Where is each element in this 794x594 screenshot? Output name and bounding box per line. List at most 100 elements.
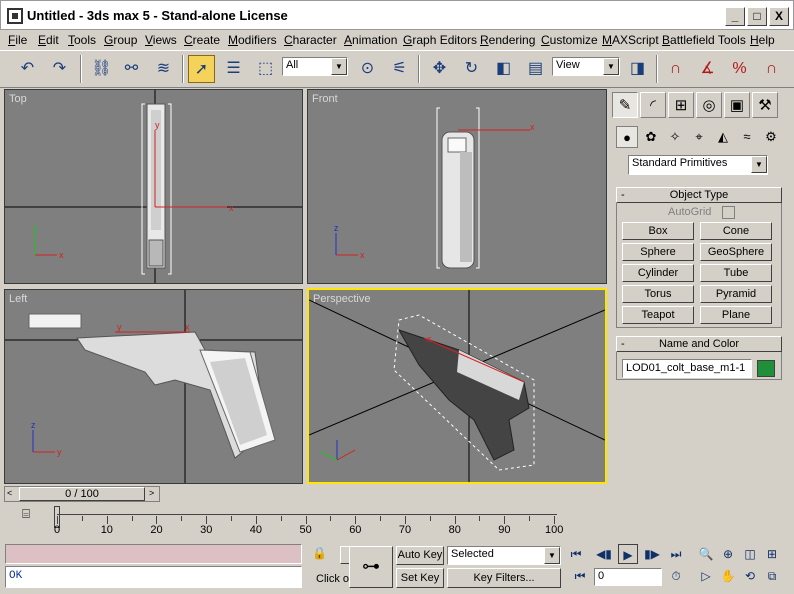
previous-frame-icon[interactable]: ◀▮ <box>594 544 614 564</box>
open-mini-curve-editor-icon[interactable]: ⌸ <box>16 506 36 526</box>
menu-rendering[interactable]: Rendering <box>480 33 535 47</box>
maxscript-listener-input[interactable] <box>5 544 302 564</box>
menu-edit[interactable]: Edit <box>38 33 59 47</box>
percent-snap-icon[interactable]: % <box>726 55 753 83</box>
go-to-end-icon[interactable]: ⏭ <box>666 544 686 564</box>
viewport-label-perspective[interactable]: Perspective <box>313 293 370 305</box>
play-icon[interactable]: ▶ <box>618 544 638 564</box>
key-mode-toggle-icon[interactable]: ⏮ <box>570 566 590 586</box>
prev-frame-icon[interactable]: < <box>7 488 12 498</box>
select-object-icon[interactable]: ➚ <box>188 55 215 83</box>
sphere-button[interactable]: Sphere <box>622 243 694 261</box>
menu-animation[interactable]: Animation <box>344 33 397 47</box>
time-configuration-icon[interactable]: ⏱ <box>666 566 686 586</box>
selection-filter-dropdown[interactable]: All ▼ <box>282 57 348 76</box>
geometry-icon[interactable]: ● <box>616 126 638 148</box>
track-bar[interactable]: ⌸ 0 10 20 30 40 50 60 70 80 90 100 <box>0 504 610 542</box>
menu-create[interactable]: Create <box>184 33 220 47</box>
chevron-down-icon[interactable]: ▼ <box>544 547 560 564</box>
go-to-start-icon[interactable]: ⏮ <box>566 544 586 564</box>
next-frame-icon[interactable]: > <box>149 488 154 498</box>
select-by-name-icon[interactable]: ☰ <box>220 55 247 83</box>
auto-key-button[interactable]: Auto Key <box>396 546 444 565</box>
systems-icon[interactable]: ⚙ <box>760 126 782 148</box>
pan-icon[interactable]: ✋ <box>718 566 738 586</box>
cylinder-button[interactable]: Cylinder <box>622 264 694 282</box>
create-tab-icon[interactable]: ✎ <box>612 92 638 118</box>
lights-icon[interactable]: ✧ <box>664 126 686 148</box>
field-of-view-icon[interactable]: ▷ <box>696 566 716 586</box>
undo-icon[interactable]: ↶ <box>14 55 41 83</box>
menu-maxscript[interactable]: MAXScript <box>602 33 659 47</box>
app-icon[interactable] <box>7 8 23 24</box>
spinner-snap-icon[interactable]: ∩ <box>758 55 785 83</box>
select-manipulate-icon[interactable]: ⚟ <box>386 55 413 83</box>
time-slider-thumb[interactable]: 0 / 100 <box>19 487 145 501</box>
close-button[interactable]: X <box>769 7 789 26</box>
select-and-link-icon[interactable]: ⛓ <box>88 55 115 83</box>
object-category-dropdown[interactable]: Standard Primitives ▼ <box>628 155 768 175</box>
pyramid-button[interactable]: Pyramid <box>700 285 772 303</box>
viewport-label-top[interactable]: Top <box>9 93 27 105</box>
motion-tab-icon[interactable]: ◎ <box>696 92 722 118</box>
viewport-top[interactable]: x y x y Top <box>4 89 303 284</box>
shapes-icon[interactable]: ✿ <box>640 126 662 148</box>
menu-group[interactable]: Group <box>104 33 137 47</box>
key-mode-dropdown[interactable]: Selected ▼ <box>447 546 561 565</box>
menu-file[interactable]: File <box>8 33 27 47</box>
plane-button[interactable]: Plane <box>700 306 772 324</box>
name-color-header[interactable]: - Name and Color <box>616 336 782 352</box>
maximize-button[interactable]: □ <box>747 7 767 26</box>
menu-graph-editors[interactable]: Graph Editors <box>403 33 477 47</box>
tube-button[interactable]: Tube <box>700 264 772 282</box>
use-pivot-center-icon[interactable]: ◨ <box>624 55 651 83</box>
zoom-icon[interactable]: 🔍 <box>696 544 716 564</box>
rectangular-selection-icon[interactable]: ⬚ <box>252 55 279 83</box>
reference-coordinate-dropdown[interactable]: View ▼ <box>552 57 620 76</box>
snaps-toggle-icon[interactable]: ∩ <box>662 55 689 83</box>
scale-icon[interactable]: ◧ <box>490 55 517 83</box>
key-mode-icon[interactable]: ⊶ <box>349 546 393 588</box>
display-tab-icon[interactable]: ▣ <box>724 92 750 118</box>
menu-tools[interactable]: Tools <box>68 33 96 47</box>
space-warps-icon[interactable]: ≈ <box>736 126 758 148</box>
modify-tab-icon[interactable]: ◜ <box>640 92 666 118</box>
unlink-selection-icon[interactable]: ⚯ <box>118 55 145 83</box>
helpers-icon[interactable]: ◭ <box>712 126 734 148</box>
viewport-left[interactable]: y x y z Left <box>4 289 303 484</box>
viewport-front[interactable]: x x z Front <box>307 89 607 284</box>
minimize-button[interactable]: _ <box>725 7 745 26</box>
chevron-down-icon[interactable]: ▼ <box>751 156 767 173</box>
menu-customize[interactable]: Customize <box>541 33 598 47</box>
set-key-button[interactable]: Set Key <box>396 568 444 588</box>
viewport-label-left[interactable]: Left <box>9 293 27 305</box>
maximize-viewport-icon[interactable]: ⧉ <box>762 566 782 586</box>
arc-rotate-icon[interactable]: ⟲ <box>740 566 760 586</box>
object-name-field[interactable]: LOD01_colt_base_m1-1 <box>622 359 752 378</box>
object-color-swatch[interactable] <box>757 360 775 377</box>
time-slider[interactable]: < 0 / 100 > <box>4 486 160 502</box>
menu-help[interactable]: Help <box>750 33 775 47</box>
move-icon[interactable]: ✥ <box>426 55 453 83</box>
object-type-header[interactable]: - Object Type <box>616 187 782 203</box>
autogrid-checkbox[interactable] <box>722 206 735 219</box>
viewport-label-front[interactable]: Front <box>312 93 338 105</box>
teapot-button[interactable]: Teapot <box>622 306 694 324</box>
box-button[interactable]: Box <box>622 222 694 240</box>
geosphere-button[interactable]: GeoSphere <box>700 243 772 261</box>
menu-views[interactable]: Views <box>145 33 177 47</box>
select-and-move-icon[interactable]: ⊙ <box>354 55 381 83</box>
maxscript-output[interactable]: OK <box>5 566 302 588</box>
viewport-perspective[interactable]: x Perspective <box>307 288 607 484</box>
menu-battlefield-tools[interactable]: Battlefield Tools <box>662 33 746 47</box>
redo-icon[interactable]: ↷ <box>46 55 73 83</box>
zoom-extents-all-icon[interactable]: ⊞ <box>762 544 782 564</box>
menu-modifiers[interactable]: Modifiers <box>228 33 277 47</box>
angle-snap-icon[interactable]: ∡ <box>694 55 721 83</box>
bind-space-warp-icon[interactable]: ≋ <box>150 55 177 83</box>
cameras-icon[interactable]: ⌖ <box>688 126 710 148</box>
key-filters-button[interactable]: Key Filters... <box>447 568 561 588</box>
cone-button[interactable]: Cone <box>700 222 772 240</box>
zoom-all-icon[interactable]: ⊕ <box>718 544 738 564</box>
utilities-tab-icon[interactable]: ⚒ <box>752 92 778 118</box>
